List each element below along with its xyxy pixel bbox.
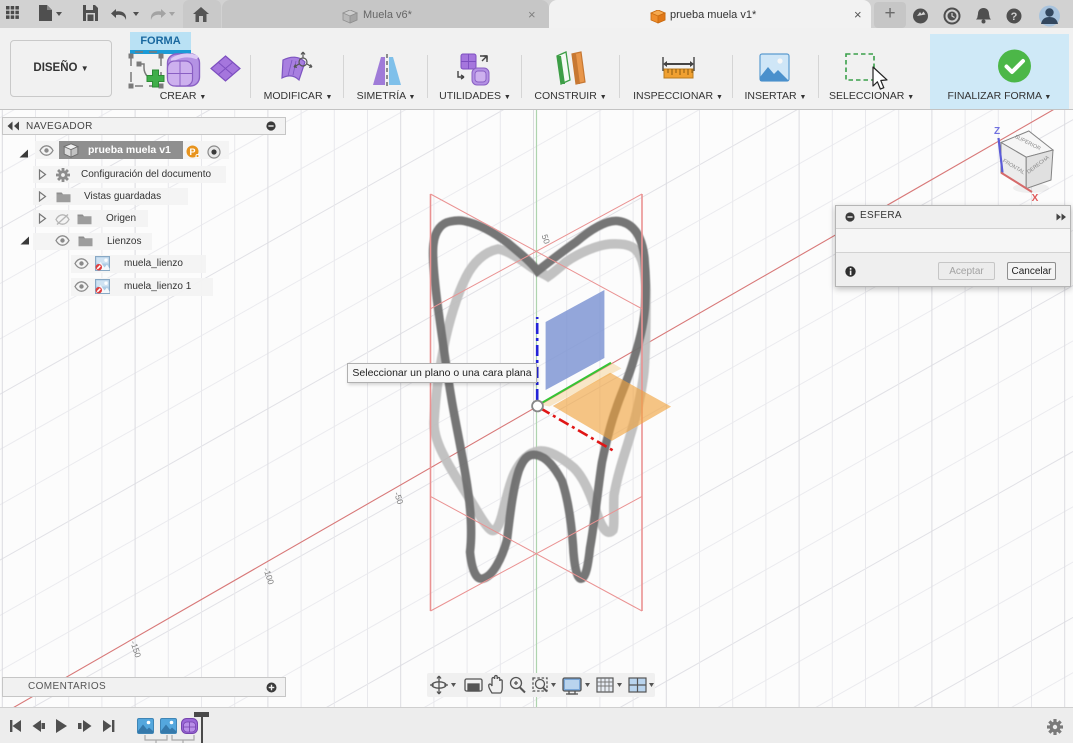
svg-text:-150: -150 [128, 639, 143, 659]
svg-text:X: X [1032, 193, 1039, 204]
svg-text:Z: Z [994, 126, 1000, 137]
svg-text:P: P [189, 147, 195, 157]
svg-text:-100: -100 [261, 566, 276, 586]
svg-text:?: ? [1011, 11, 1018, 23]
